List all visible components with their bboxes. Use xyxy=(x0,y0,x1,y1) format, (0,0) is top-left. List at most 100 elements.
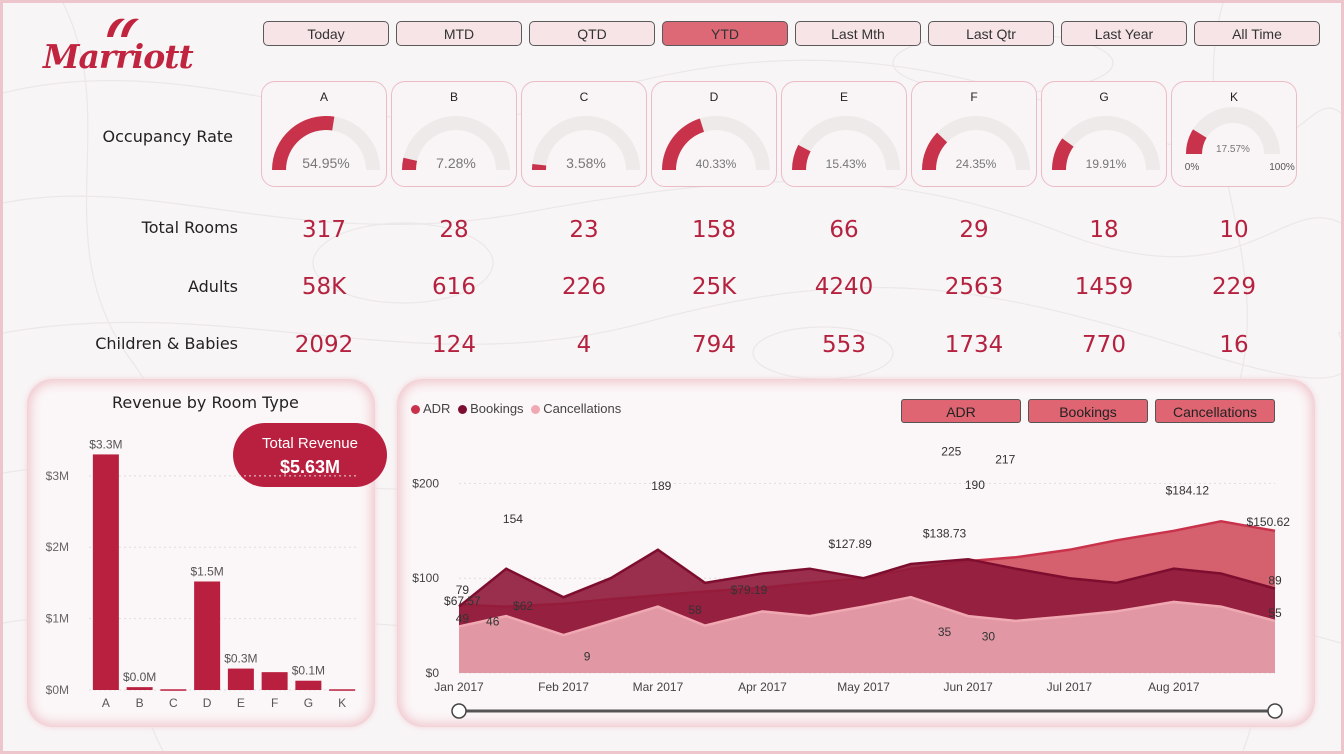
trend-data-label: 35 xyxy=(938,625,952,639)
revenue-bar-chart: $0M $1M $2M $3M A $3.3M B $0.0M C D $1.5M E $0.3M F G $… xyxy=(46,437,359,710)
hotel-children-value: 16 xyxy=(1219,332,1249,358)
trend-y-tick: $200 xyxy=(412,476,439,490)
hotel-rooms-value: 158 xyxy=(692,217,736,243)
bar-g[interactable] xyxy=(295,680,322,690)
filter-qtd-button[interactable]: QTD xyxy=(529,21,655,46)
hotel-adults-value: 25K xyxy=(691,274,737,300)
bar-a[interactable] xyxy=(92,454,119,690)
filter-all-time-button[interactable]: All Time xyxy=(1194,21,1320,46)
bar-y-tick: $0M xyxy=(46,683,69,697)
filter-last-year-button[interactable]: Last Year xyxy=(1061,21,1187,46)
hotel-rooms-value: 18 xyxy=(1089,217,1119,243)
filter-today-button[interactable]: Today xyxy=(263,21,389,46)
hotel-adults-value: 4240 xyxy=(814,274,874,300)
trend-data-label: 154 xyxy=(503,512,523,526)
trend-data-label: $79.19 xyxy=(731,583,768,597)
trend-data-label: 9 xyxy=(584,649,591,663)
gauge-min-label: 0% xyxy=(1185,162,1200,173)
occupancy-value: 54.95% xyxy=(302,155,349,171)
hotel-adults-value: 1459 xyxy=(1074,274,1134,300)
trend-data-label: $138.73 xyxy=(923,526,967,540)
filter-ytd-button[interactable]: YTD xyxy=(662,21,788,46)
hotel-adults-value: 616 xyxy=(432,274,476,300)
occupancy-value: 24.35% xyxy=(956,157,997,171)
trend-x-tick: Aug 2017 xyxy=(1148,680,1200,694)
bar-x-tick: F xyxy=(271,696,278,710)
bar-d[interactable] xyxy=(194,581,221,690)
bar-c[interactable] xyxy=(160,689,187,691)
range-slider-end-handle[interactable] xyxy=(1267,703,1283,719)
hotel-card-b: B 7.28% xyxy=(391,81,517,187)
hotel-rooms-value: 10 xyxy=(1219,217,1249,243)
bar-y-tick: $3M xyxy=(46,469,69,483)
range-slider-start-handle[interactable] xyxy=(451,703,467,719)
hotel-adults-value: 229 xyxy=(1212,274,1256,300)
hotel-children-value: 124 xyxy=(432,332,476,358)
filter-mtd-button[interactable]: MTD xyxy=(396,21,522,46)
trend-data-label: 189 xyxy=(651,479,671,493)
trend-x-tick: Jun 2017 xyxy=(943,680,993,694)
trend-data-label: $127.89 xyxy=(828,537,872,551)
occupancy-value: 19.91% xyxy=(1086,157,1127,171)
bar-y-tick: $2M xyxy=(46,540,69,554)
trend-data-label: $150.62 xyxy=(1247,515,1291,529)
filter-last-mth-button[interactable]: Last Mth xyxy=(795,21,921,46)
hotel-children-value: 770 xyxy=(1082,332,1126,358)
hotel-rooms-value: 28 xyxy=(439,217,469,243)
bar-y-tick: $1M xyxy=(46,612,69,626)
trend-data-label: 46 xyxy=(486,614,500,628)
hotel-children-value: 4 xyxy=(576,332,592,358)
trend-y-tick: $0 xyxy=(426,666,440,680)
hotel-card-k: K 17.57% 0% 100% xyxy=(1171,81,1297,187)
trend-data-label: 30 xyxy=(982,630,996,644)
hotel-card-g: G 19.91% xyxy=(1041,81,1167,187)
hotel-adults-value: 226 xyxy=(562,274,606,300)
occupancy-value: 3.58% xyxy=(566,155,606,171)
gauge-max-label: 100% xyxy=(1269,162,1295,173)
trend-data-label: $67.57 xyxy=(444,594,481,608)
hotel-card-f: F 24.35% xyxy=(911,81,1037,187)
trend-data-label: 217 xyxy=(995,452,1015,466)
trend-x-tick: Jul 2017 xyxy=(1047,680,1093,694)
occupancy-value: 40.33% xyxy=(696,157,737,171)
filter-last-qtr-button[interactable]: Last Qtr xyxy=(928,21,1054,46)
trend-data-label: 225 xyxy=(941,445,961,459)
trend-data-label: 58 xyxy=(688,603,702,617)
trend-data-label: 190 xyxy=(965,478,985,492)
bar-b[interactable] xyxy=(126,687,153,690)
occupancy-value: 7.28% xyxy=(436,155,476,171)
trend-data-label: $184.12 xyxy=(1166,483,1210,497)
hotel-card-e: E 15.43% xyxy=(781,81,907,187)
hotel-rooms-value: 317 xyxy=(302,217,346,243)
hotel-children-value: 2092 xyxy=(294,332,354,358)
bar-x-tick: E xyxy=(237,696,245,710)
trend-data-label: $62 xyxy=(513,599,533,613)
bar-data-label: $0.3M xyxy=(224,652,257,666)
hotel-card-c: C 3.58% xyxy=(521,81,647,187)
bar-f[interactable] xyxy=(261,672,288,690)
hotel-children-value: 553 xyxy=(822,332,866,358)
hotel-adults-value: 58K xyxy=(301,274,347,300)
bar-data-label: $0.1M xyxy=(292,664,325,678)
hotel-rooms-value: 66 xyxy=(829,217,859,243)
hotel-rooms-value: 23 xyxy=(569,217,599,243)
bar-x-tick: G xyxy=(304,696,313,710)
bar-e[interactable] xyxy=(227,668,254,690)
dashboard: Marriott Today MTD QTD YTD Last Mth Last Qtr L… xyxy=(0,0,1344,754)
bar-k[interactable] xyxy=(329,689,356,691)
bar-data-label: $0.0M xyxy=(123,670,156,684)
bar-data-label: $1.5M xyxy=(190,564,223,578)
occupancy-value: 17.57% xyxy=(1216,144,1250,155)
bar-x-tick: K xyxy=(338,696,346,710)
hotel-children-value: 1734 xyxy=(944,332,1004,358)
bar-x-tick: C xyxy=(169,696,178,710)
revenue-panel: Revenue by Room Type Total Revenue $5.63… xyxy=(27,379,387,727)
trend-x-tick: Apr 2017 xyxy=(738,680,787,694)
trend-data-label: 49 xyxy=(456,612,470,626)
trend-data-label: 55 xyxy=(1268,606,1282,620)
adults-label: Adults xyxy=(187,277,238,296)
trend-panel: ADR Bookings Cancellations ADR Bookings … xyxy=(397,379,1315,727)
hotel-card-a: A 54.95% xyxy=(261,81,387,187)
trend-x-tick: May 2017 xyxy=(837,680,890,694)
bar-x-tick: A xyxy=(102,696,110,710)
